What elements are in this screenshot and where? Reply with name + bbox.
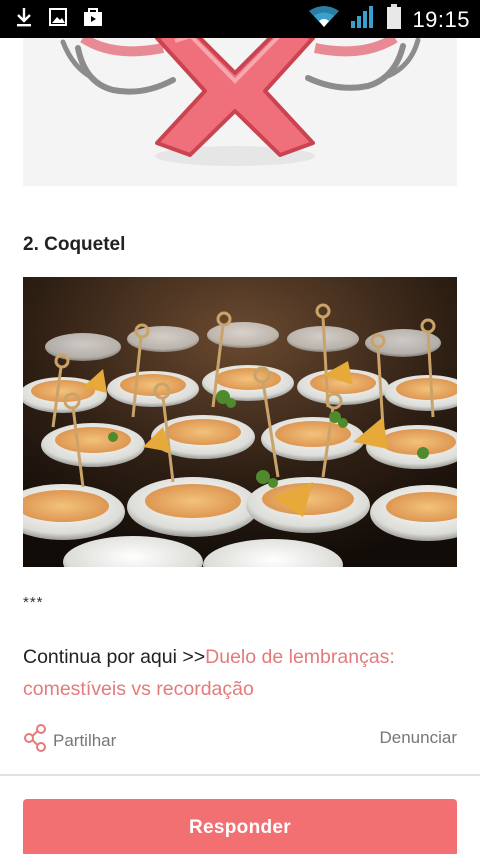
post-actions: Partilhar Denunciar xyxy=(23,724,457,752)
signal-icon xyxy=(350,5,376,34)
continue-reading: Continua por aqui >>Duelo de lembranças:… xyxy=(23,641,463,705)
share-button[interactable]: Partilhar xyxy=(23,724,116,757)
status-bar: 19:15 xyxy=(0,0,480,38)
separator: *** xyxy=(23,594,44,611)
wifi-icon xyxy=(308,5,340,34)
cocktail-food-photo xyxy=(23,277,457,567)
image-icon xyxy=(48,7,68,32)
share-label: Partilhar xyxy=(53,730,117,750)
store-icon xyxy=(82,7,104,32)
report-button[interactable]: Denunciar xyxy=(380,728,458,748)
status-time: 19:15 xyxy=(412,6,470,32)
download-icon xyxy=(14,6,34,33)
continue-prefix: Continua por aqui >> xyxy=(23,646,206,668)
battery-icon xyxy=(386,4,402,35)
divider xyxy=(0,774,480,776)
section-heading: 2. Coquetel xyxy=(23,234,126,255)
reply-button[interactable]: Responder xyxy=(23,799,457,854)
cartoon-red-x-image xyxy=(23,38,457,186)
share-icon xyxy=(23,724,47,757)
post-content: 2. Coquetel *** Continua por aqui >>Duel… xyxy=(0,38,480,854)
